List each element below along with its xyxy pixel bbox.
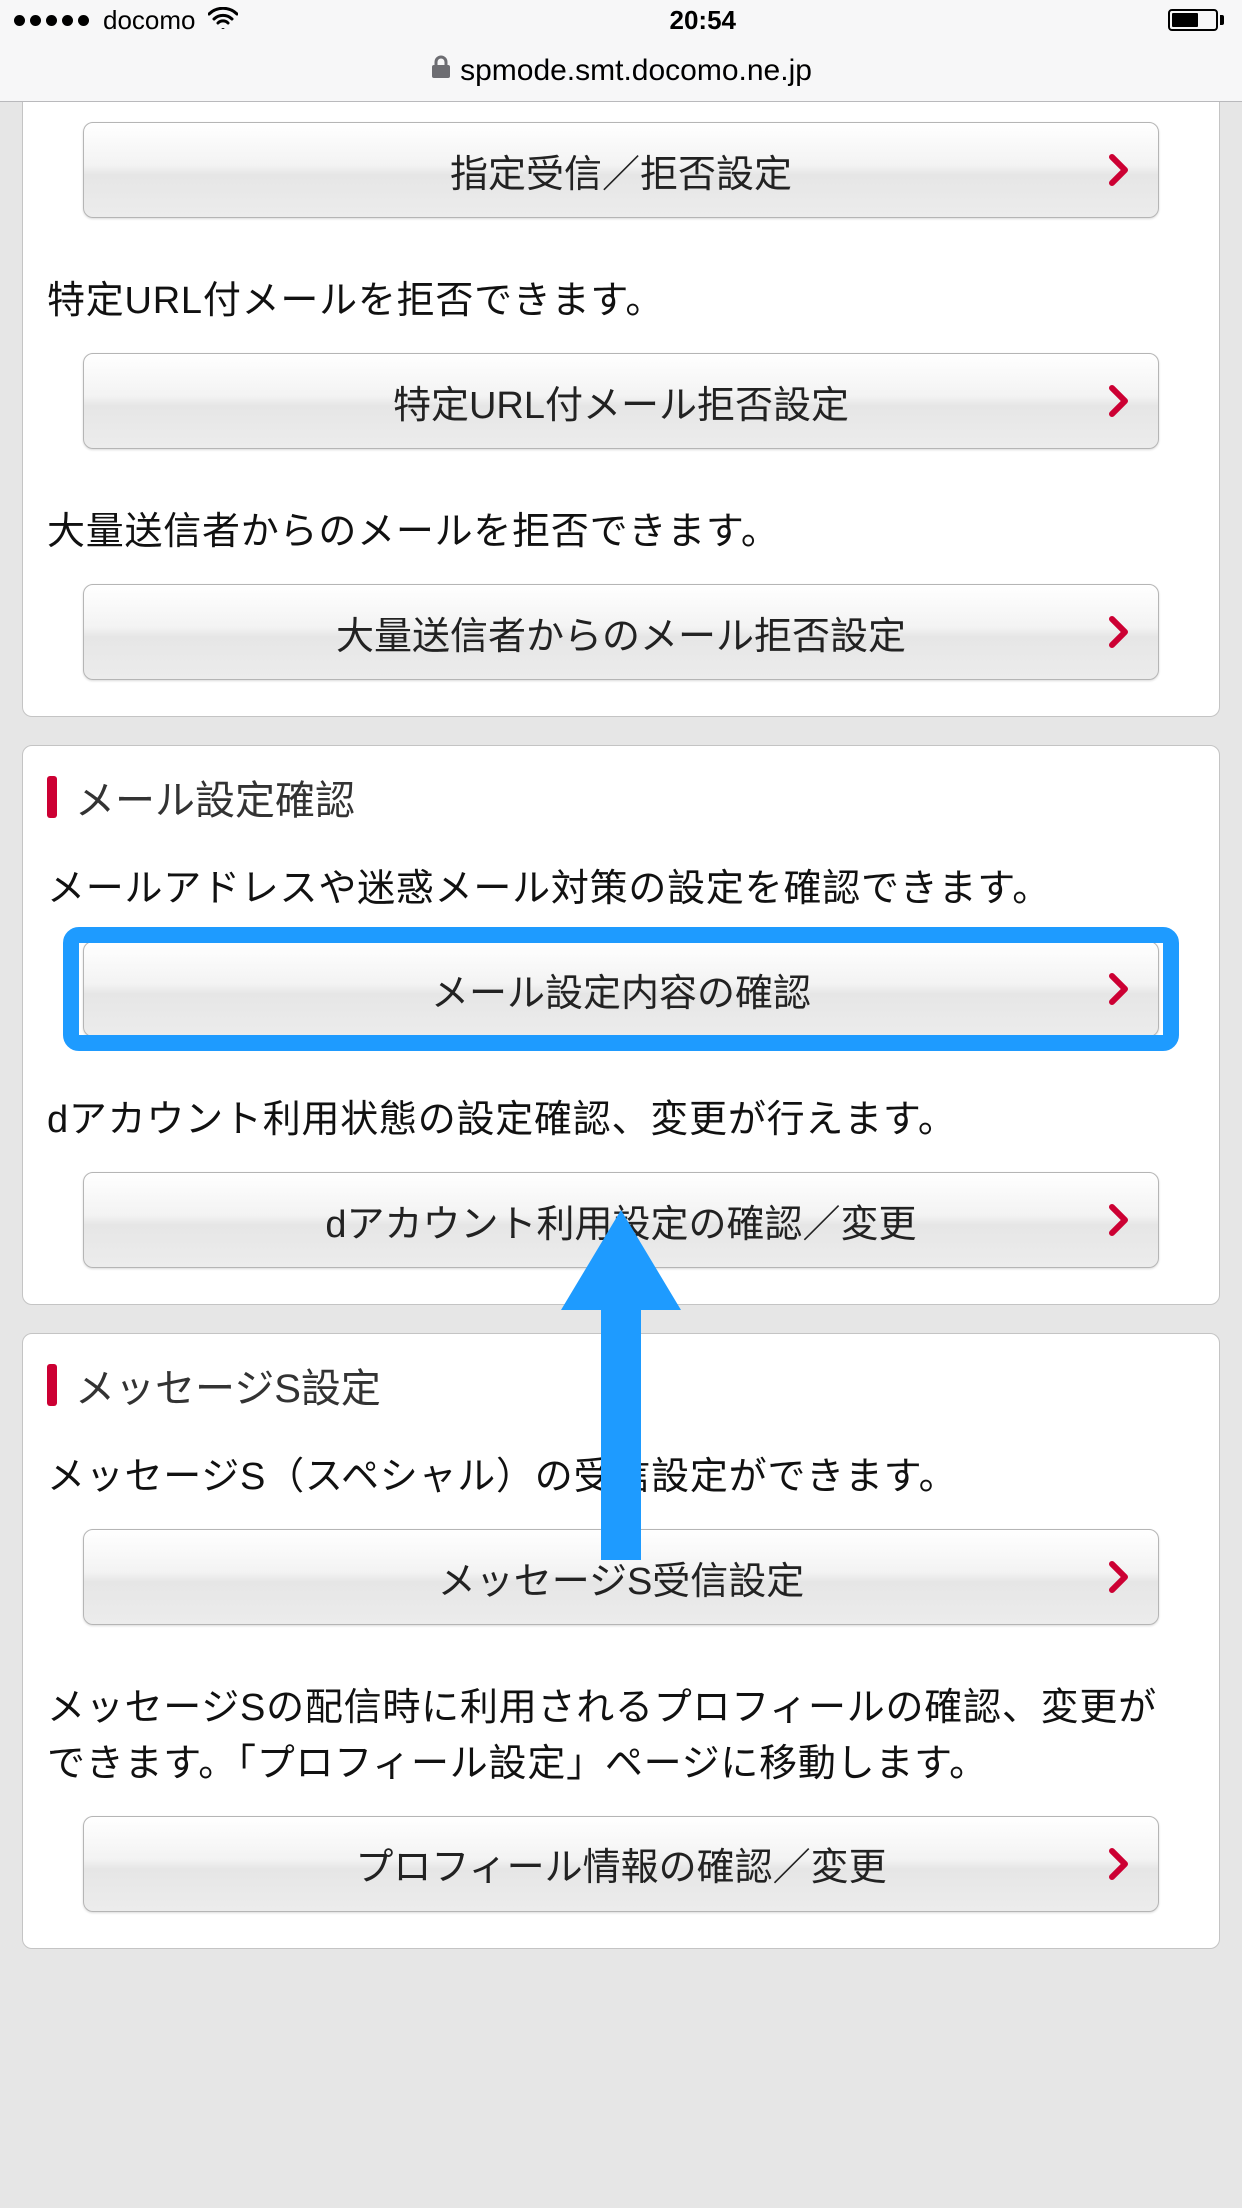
address-bar[interactable]: spmode.smt.docomo.ne.jp bbox=[0, 40, 1242, 102]
d-account-settings-button[interactable]: dアカウント利用設定の確認／変更 bbox=[83, 1172, 1159, 1268]
profile-info-settings-button[interactable]: プロフィール情報の確認／変更 bbox=[83, 1816, 1159, 1912]
chevron-right-icon bbox=[1108, 153, 1130, 187]
chevron-right-icon bbox=[1108, 1847, 1130, 1881]
url-mail-reject-settings-button[interactable]: 特定URL付メール拒否設定 bbox=[83, 353, 1159, 449]
desc-profile: メッセージSの配信時に利用されるプロフィールの確認、変更ができます。「プロフィー… bbox=[23, 1655, 1219, 1791]
desc-mass-sender: 大量送信者からのメールを拒否できます。 bbox=[23, 479, 1219, 560]
panel-mail-settings-confirm: メール設定確認 メールアドレスや迷惑メール対策の設定を確認できます。 メール設定… bbox=[22, 745, 1220, 1305]
header-accent-icon bbox=[47, 1364, 57, 1406]
desc-url-mail: 特定URL付メールを拒否できます。 bbox=[23, 248, 1219, 329]
battery-icon bbox=[1168, 9, 1224, 31]
button-label: 大量送信者からのメール拒否設定 bbox=[336, 605, 906, 660]
header-accent-icon bbox=[47, 776, 57, 818]
url-text: spmode.smt.docomo.ne.jp bbox=[460, 54, 812, 88]
status-bar: docomo 20:54 bbox=[0, 0, 1242, 40]
page-content: 指定受信／拒否設定 特定URL付メールを拒否できます。 特定URL付メール拒否設… bbox=[0, 102, 1242, 1989]
panel-title: メッセージS設定 bbox=[75, 1356, 381, 1414]
signal-strength-icon bbox=[14, 15, 89, 26]
button-label: 特定URL付メール拒否設定 bbox=[393, 374, 849, 429]
button-label: メッセージS受信設定 bbox=[438, 1550, 805, 1605]
button-label: メール設定内容の確認 bbox=[431, 962, 811, 1017]
panel-title: メール設定確認 bbox=[75, 768, 355, 826]
panel-spam-settings: 指定受信／拒否設定 特定URL付メールを拒否できます。 特定URL付メール拒否設… bbox=[22, 102, 1220, 717]
wifi-icon bbox=[208, 4, 238, 36]
panel-header: メッセージS設定 bbox=[23, 1334, 1219, 1424]
panel-header: メール設定確認 bbox=[23, 746, 1219, 836]
highlight-annotation: メール設定内容の確認 bbox=[67, 941, 1175, 1037]
desc-mail-confirm: メールアドレスや迷惑メール対策の設定を確認できます。 bbox=[23, 836, 1219, 917]
clock: 20:54 bbox=[670, 5, 737, 36]
carrier-label: docomo bbox=[103, 5, 196, 36]
mail-settings-confirm-button[interactable]: メール設定内容の確認 bbox=[83, 941, 1159, 1037]
designated-receive-reject-settings-button[interactable]: 指定受信／拒否設定 bbox=[83, 122, 1159, 218]
chevron-right-icon bbox=[1108, 615, 1130, 649]
panel-message-s-settings: メッセージS設定 メッセージS（スペシャル）の受信設定ができます。 メッセージS… bbox=[22, 1333, 1220, 1948]
chevron-right-icon bbox=[1108, 1560, 1130, 1594]
button-label: dアカウント利用設定の確認／変更 bbox=[325, 1193, 916, 1248]
lock-icon bbox=[430, 54, 452, 87]
chevron-right-icon bbox=[1108, 384, 1130, 418]
desc-message-s: メッセージS（スペシャル）の受信設定ができます。 bbox=[23, 1424, 1219, 1505]
chevron-right-icon bbox=[1108, 1203, 1130, 1237]
desc-d-account: dアカウント利用状態の設定確認、変更が行えます。 bbox=[23, 1067, 1219, 1148]
mass-sender-reject-settings-button[interactable]: 大量送信者からのメール拒否設定 bbox=[83, 584, 1159, 680]
status-left: docomo bbox=[14, 4, 238, 36]
chevron-right-icon bbox=[1108, 972, 1130, 1006]
message-s-receive-settings-button[interactable]: メッセージS受信設定 bbox=[83, 1529, 1159, 1625]
button-label: プロフィール情報の確認／変更 bbox=[355, 1836, 886, 1891]
button-label: 指定受信／拒否設定 bbox=[450, 143, 792, 198]
